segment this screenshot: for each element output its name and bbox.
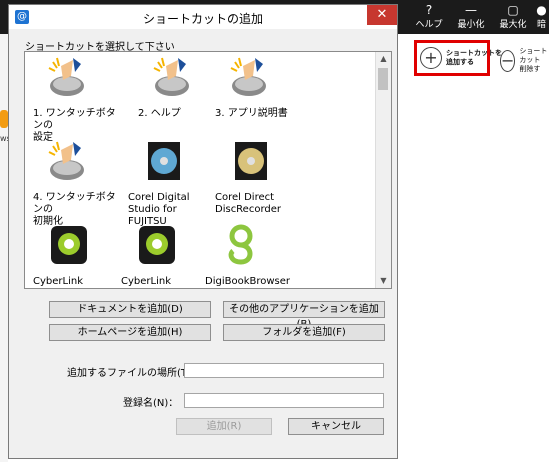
add-button[interactable]: 追加(R) bbox=[176, 418, 272, 435]
list-item[interactable]: 4. ワンタッチボタンの 初期化 bbox=[33, 140, 117, 228]
item-label: Corel Direct DiscRecorder bbox=[215, 192, 282, 215]
item-label: 2. ヘルプ bbox=[138, 108, 181, 119]
list-item[interactable]: Corel Direct DiscRecorder bbox=[215, 140, 299, 216]
register-name-field[interactable] bbox=[184, 393, 384, 408]
remove-shortcut-button[interactable]: − ショートカット 削除す bbox=[500, 47, 549, 74]
digibook-icon bbox=[228, 224, 253, 265]
maximize-icon: ▢ bbox=[507, 3, 519, 17]
file-location-field[interactable] bbox=[184, 363, 384, 378]
item-label: Corel Digital Studio for FUJITSU bbox=[128, 192, 190, 227]
one-touch-button-icon bbox=[48, 57, 84, 96]
add-document-button[interactable]: ドキュメントを追加(D) bbox=[49, 301, 211, 318]
help-label: ヘルプ bbox=[415, 20, 443, 30]
register-name-label: 登録名(N)： bbox=[123, 398, 179, 409]
partial-icon: ● bbox=[536, 3, 547, 17]
item-label: 1. ワンタッチボタンの 設定 bbox=[33, 108, 116, 143]
one-touch-button-icon bbox=[48, 141, 84, 180]
partial-label: 暗 bbox=[536, 20, 546, 30]
partial-app-icon bbox=[0, 110, 8, 128]
help-toolbar-button[interactable]: ? ヘルプ bbox=[408, 3, 450, 33]
background-left-edge: ws bbox=[0, 34, 11, 462]
minimize-toolbar-button[interactable]: — 最小化 bbox=[450, 3, 492, 33]
shortcut-pane bbox=[398, 34, 549, 462]
list-item[interactable]: Corel Digital Studio for FUJITSU bbox=[128, 140, 212, 228]
item-label: 4. ワンタッチボタンの 初期化 bbox=[33, 192, 116, 227]
dialog-title: ショートカットの追加 bbox=[142, 12, 263, 26]
maximize-toolbar-button[interactable]: ▢ 最大化 bbox=[492, 3, 534, 33]
cancel-button[interactable]: キャンセル bbox=[288, 418, 384, 435]
list-scrollbar[interactable]: ▲ ▼ bbox=[375, 52, 391, 288]
list-item[interactable]: CyberLink YouCam bbox=[33, 224, 117, 288]
webcam-icon bbox=[51, 226, 87, 264]
close-button[interactable]: ✕ bbox=[367, 5, 397, 25]
partial-toolbar-button[interactable]: ● 暗 bbox=[534, 3, 549, 33]
disc-icon bbox=[148, 142, 180, 180]
disc-recorder-icon bbox=[235, 142, 267, 180]
add-homepage-button[interactable]: ホームページを追加(H) bbox=[49, 324, 211, 341]
list-item[interactable]: 2. ヘルプ bbox=[138, 56, 222, 120]
dialog-titlebar[interactable]: @ ショートカットの追加 ✕ bbox=[9, 5, 397, 29]
add-other-app-button[interactable]: その他のアプリケーションを追加(B) bbox=[223, 301, 385, 330]
list-item[interactable]: 1. ワンタッチボタンの 設定 bbox=[33, 56, 117, 144]
shortcut-list[interactable]: 1. ワンタッチボタンの 設定 2. ヘルプ 3. アプリ説明書 4. ワンタッ… bbox=[24, 51, 392, 289]
list-item[interactable]: 3. アプリ説明書 bbox=[215, 56, 315, 120]
webcam-icon bbox=[139, 226, 175, 264]
list-item[interactable]: CyberLink YouCam ミラー bbox=[121, 224, 205, 288]
help-icon: ? bbox=[425, 3, 433, 17]
one-touch-button-icon bbox=[230, 57, 266, 96]
scroll-up-icon[interactable]: ▲ bbox=[376, 52, 391, 66]
item-label: CyberLink YouCam bbox=[33, 276, 83, 287]
item-label: 3. アプリ説明書 bbox=[215, 108, 288, 119]
scroll-thumb[interactable] bbox=[378, 68, 388, 90]
remove-shortcut-label: ショートカット 削除す bbox=[519, 47, 548, 73]
list-item[interactable]: DigiBookBrowser bbox=[205, 224, 315, 288]
file-location-label: 追加するファイルの場所(T)： bbox=[67, 368, 201, 379]
scroll-down-icon[interactable]: ▼ bbox=[376, 274, 391, 288]
add-shortcut-dialog: @ ショートカットの追加 ✕ ショートカットを選択して下さい 1. ワンタッチボ… bbox=[8, 4, 398, 459]
minimize-icon: — bbox=[465, 3, 477, 17]
maximize-label: 最大化 bbox=[499, 20, 527, 30]
highlight-frame bbox=[414, 40, 490, 76]
minimize-label: 最小化 bbox=[457, 20, 485, 30]
item-label: CyberLink YouCam ミラー bbox=[121, 276, 171, 287]
add-folder-button[interactable]: フォルダを追加(F) bbox=[223, 324, 385, 341]
one-touch-button-icon bbox=[153, 57, 189, 96]
item-label: DigiBookBrowser bbox=[205, 276, 291, 287]
minus-icon: − bbox=[500, 49, 516, 72]
